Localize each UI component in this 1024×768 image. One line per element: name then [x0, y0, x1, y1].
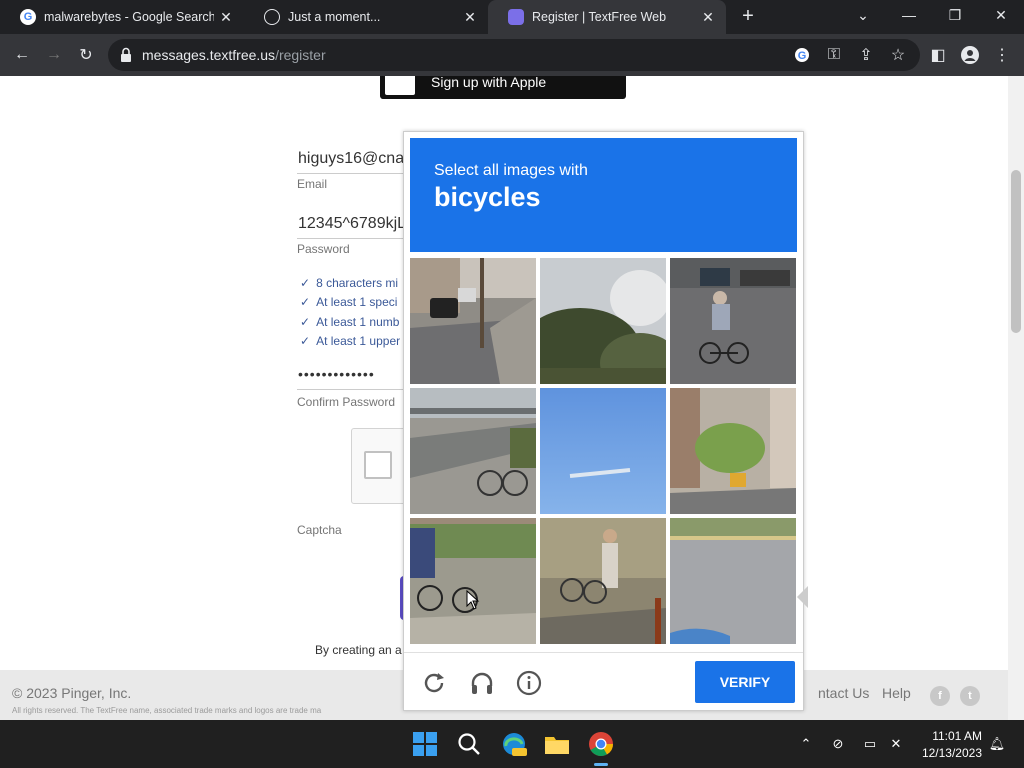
clock-time[interactable]: 11:01 AM	[926, 729, 982, 743]
copyright-text: © 2023 Pinger, Inc.	[12, 685, 132, 701]
info-icon[interactable]	[515, 669, 543, 697]
apple-icon	[385, 76, 415, 95]
tab-strip: G malwarebytes - Google Search ✕ Just a …	[0, 0, 1024, 34]
terms-text: By creating an a	[315, 643, 402, 657]
browser-toolbar: ← → ↻ messages.textfree.us/register G ⚿ …	[0, 34, 1024, 76]
legal-text: All rights reserved. The TextFree name, …	[12, 706, 322, 715]
tab-search-chevron-icon[interactable]: ⌄	[840, 0, 886, 30]
window-close-icon[interactable]: ✕	[978, 0, 1024, 30]
password-label: Password	[297, 242, 350, 256]
help-link[interactable]: Help	[882, 685, 911, 701]
confirm-password-label: Confirm Password	[297, 395, 396, 409]
captcha-label: Captcha	[297, 523, 342, 537]
challenge-pointer	[797, 586, 808, 608]
requirement-length: ✓ 8 characters mi	[300, 276, 399, 290]
minimize-icon[interactable]: —	[886, 0, 932, 30]
challenge-target: bicycles	[434, 182, 541, 212]
contact-us-link[interactable]: ntact Us	[818, 685, 869, 701]
tab-malwarebytes-search[interactable]: G malwarebytes - Google Search ✕	[0, 0, 244, 34]
search-icon[interactable]	[455, 730, 483, 758]
challenge-tile-4[interactable]	[410, 388, 536, 514]
restore-icon[interactable]: ❐	[932, 0, 978, 30]
network-off-icon[interactable]: ⊘	[830, 736, 846, 752]
new-tab-icon[interactable]: +	[738, 6, 758, 26]
refresh-icon[interactable]	[420, 669, 448, 697]
requirement-uppercase: ✓ At least 1 upper	[300, 334, 401, 348]
challenge-image-grid	[410, 258, 797, 645]
close-tab-icon[interactable]: ✕	[462, 9, 478, 25]
google-icon: G	[20, 9, 36, 25]
close-tab-icon[interactable]: ✕	[218, 9, 234, 25]
email-label: Email	[297, 177, 328, 191]
password-field[interactable]: 12345^6789kjL	[298, 215, 406, 233]
profile-icon[interactable]	[958, 43, 982, 67]
address-bar[interactable]: messages.textfree.us/register G ⚿ ⇪ ☆	[108, 39, 920, 71]
notification-bell-icon[interactable]: 🔔︎	[989, 736, 1006, 752]
show-hidden-icons-chevron-icon[interactable]: ⌃	[798, 736, 814, 752]
email-field[interactable]: higuys16@cna	[298, 150, 404, 168]
check-icon: ✓	[300, 276, 311, 290]
key-icon[interactable]: ⚿	[822, 43, 846, 67]
apple-button-label: Sign up with Apple	[431, 76, 547, 90]
windows-taskbar: ⌃ ⊘ ▭ ✕ 11:01 AM 12/13/2023 🔔︎	[0, 720, 1024, 768]
challenge-tile-8[interactable]	[540, 518, 666, 644]
confirm-password-field[interactable]: •••••••••••••	[298, 366, 375, 382]
challenge-tile-2[interactable]	[540, 258, 666, 384]
tab-register-textfree[interactable]: Register | TextFree Web ✕	[488, 0, 726, 34]
sign-up-with-apple-button[interactable]: Sign up with Apple	[380, 76, 626, 99]
mouse-cursor-icon	[466, 590, 480, 610]
file-explorer-icon[interactable]	[543, 730, 571, 758]
challenge-footer: VERIFY	[404, 652, 803, 710]
tab-title: Register | TextFree Web	[532, 10, 667, 24]
challenge-tile-9[interactable]	[670, 518, 796, 644]
side-panel-icon[interactable]: ◧	[926, 43, 950, 67]
image-challenge-popup: Select all images with bicycles VERIFY	[403, 131, 808, 711]
edge-beta-icon[interactable]	[500, 730, 528, 758]
back-arrow-icon[interactable]: ←	[10, 43, 34, 67]
active-app-indicator	[594, 763, 608, 766]
tab-title: Just a moment...	[288, 10, 381, 24]
check-icon: ✓	[300, 334, 311, 348]
globe-icon	[264, 9, 280, 25]
challenge-header: Select all images with bicycles	[410, 138, 797, 252]
svg-text:G: G	[798, 50, 807, 62]
textfree-icon	[508, 9, 524, 25]
reload-icon[interactable]: ↻	[74, 43, 98, 67]
url-host: messages.textfree.us	[142, 47, 276, 63]
url-text: messages.textfree.us/register	[142, 47, 326, 63]
challenge-tile-7[interactable]	[410, 518, 536, 644]
volume-muted-icon[interactable]: ✕	[888, 736, 904, 752]
verify-button[interactable]: VERIFY	[695, 661, 795, 703]
requirement-special: ✓ At least 1 speci	[300, 295, 398, 309]
chrome-icon[interactable]	[587, 730, 615, 758]
challenge-prompt: Select all images with	[434, 162, 588, 179]
check-icon: ✓	[300, 295, 311, 309]
google-lens-icon[interactable]: G	[790, 43, 814, 67]
url-path: /register	[275, 47, 326, 63]
challenge-tile-5[interactable]	[540, 388, 666, 514]
display-icon[interactable]: ▭	[862, 736, 878, 752]
forward-arrow-icon[interactable]: →	[42, 43, 66, 67]
challenge-tile-3[interactable]	[670, 258, 796, 384]
requirement-number: ✓ At least 1 numb	[300, 315, 400, 329]
tab-title: malwarebytes - Google Search	[44, 10, 214, 24]
clock-date[interactable]: 12/13/2023	[916, 746, 982, 760]
lock-icon	[121, 47, 131, 62]
captcha-checkbox[interactable]	[364, 451, 392, 479]
check-icon: ✓	[300, 315, 311, 329]
bookmark-star-icon[interactable]: ☆	[886, 43, 910, 67]
share-icon[interactable]: ⇪	[854, 43, 878, 67]
menu-dots-icon[interactable]: ⋮	[990, 43, 1014, 67]
windows-start-icon[interactable]	[411, 730, 439, 758]
challenge-tile-6[interactable]	[670, 388, 796, 514]
scrollbar-thumb[interactable]	[1011, 170, 1021, 333]
close-tab-icon[interactable]: ✕	[700, 9, 716, 25]
facebook-icon[interactable]: f	[930, 686, 950, 706]
tab-just-a-moment[interactable]: Just a moment... ✕	[244, 0, 488, 34]
challenge-tile-1[interactable]	[410, 258, 536, 384]
audio-headphones-icon[interactable]	[468, 669, 496, 697]
twitter-icon[interactable]: t	[960, 686, 980, 706]
